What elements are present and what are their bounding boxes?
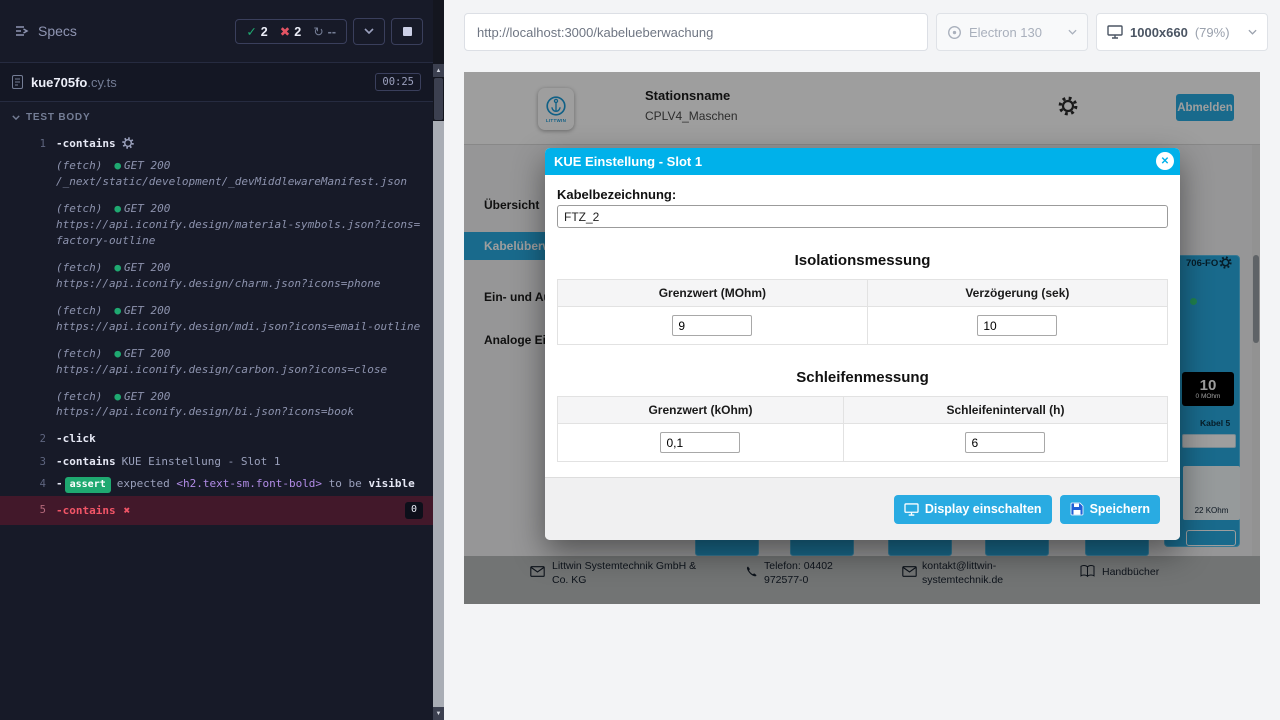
chevron-down-icon bbox=[364, 28, 374, 34]
command-number: 1 bbox=[0, 136, 56, 152]
log-row-fetch[interactable]: (fetch)●GET 200https://api.iconify.desig… bbox=[0, 343, 433, 381]
collapse-button[interactable] bbox=[353, 18, 385, 45]
scroll-up-button[interactable]: ▲ bbox=[433, 64, 444, 77]
specs-menu[interactable]: Specs bbox=[14, 23, 77, 39]
sidebar-scrollbar[interactable]: ▲ ▼ bbox=[433, 0, 444, 720]
fail-x-icon: ✖ bbox=[124, 503, 131, 519]
status-dot: ● bbox=[114, 202, 121, 215]
col-grenzwert-kohm: Grenzwert (kOhm) bbox=[558, 397, 844, 424]
fetch-url: https://api.iconify.design/material-symb… bbox=[56, 217, 423, 249]
display-icon bbox=[904, 503, 919, 516]
schleifen-table: Grenzwert (kOhm) Schleifenintervall (h) bbox=[557, 396, 1168, 462]
schleifen-section-title: Schleifenmessung bbox=[557, 369, 1168, 386]
specs-label: Specs bbox=[38, 23, 77, 39]
gear-icon bbox=[122, 137, 134, 149]
col-verzoegerung: Verzögerung (sek) bbox=[867, 280, 1167, 307]
viewport-selector[interactable]: 1000x660 (79%) bbox=[1096, 13, 1268, 51]
command-number: 2 bbox=[0, 431, 56, 447]
save-button[interactable]: Speichern bbox=[1060, 495, 1160, 524]
log-row-fetch[interactable]: (fetch)●GET 200https://api.iconify.desig… bbox=[0, 257, 433, 295]
test-stats: ✓2 ✖2 ↻-- bbox=[235, 19, 347, 44]
status-dot: ● bbox=[114, 347, 121, 360]
spec-header: kue705fo.cy.ts 00:25 bbox=[0, 62, 433, 102]
log-row-fetch[interactable]: (fetch)●GET 200/_next/static/development… bbox=[0, 155, 433, 193]
command-number: 4 bbox=[0, 476, 56, 494]
log-row-fetch[interactable]: (fetch)●GET 200https://api.iconify.desig… bbox=[0, 198, 433, 252]
log-row-fetch[interactable]: (fetch)●GET 200https://api.iconify.desig… bbox=[0, 300, 433, 338]
cable-name-input[interactable] bbox=[557, 205, 1168, 228]
scrollbar-track[interactable] bbox=[433, 121, 444, 707]
x-icon: ✖ bbox=[280, 25, 290, 39]
save-floppy-icon bbox=[1070, 502, 1084, 516]
log-row-contains-1[interactable]: 1 -contains bbox=[0, 133, 433, 155]
cypress-sidebar: Specs ✓2 ✖2 ↻-- kue705fo.cy.ts 00:25 TES… bbox=[0, 0, 433, 720]
schleifenintervall-input[interactable] bbox=[965, 432, 1045, 453]
pending-count: ↻-- bbox=[313, 24, 336, 39]
fetch-url: https://api.iconify.design/carbon.json?i… bbox=[56, 362, 423, 378]
status-dot: ● bbox=[114, 159, 121, 172]
aut-toolbar: Electron 130 1000x660 (79%) bbox=[444, 0, 1280, 64]
modal-title: KUE Einstellung - Slot 1 bbox=[554, 154, 702, 169]
aut-stage: LITTWIN Stationsname CPLV4_Maschen Abmel… bbox=[444, 64, 1280, 720]
modal-footer: Display einschalten Speichern bbox=[545, 477, 1180, 540]
spec-name[interactable]: kue705fo.cy.ts bbox=[31, 75, 117, 90]
status-dot: ● bbox=[114, 304, 121, 317]
scroll-down-button[interactable]: ▼ bbox=[433, 707, 444, 720]
browser-selector[interactable]: Electron 130 bbox=[936, 13, 1088, 51]
display-on-button[interactable]: Display einschalten bbox=[894, 495, 1052, 524]
status-dot: ● bbox=[114, 390, 121, 403]
test-body-section[interactable]: TEST BODY bbox=[0, 102, 433, 129]
assert-element: <h2.text-sm.font-bold> bbox=[176, 477, 322, 490]
log-row-assert[interactable]: 4 -assertexpected <h2.text-sm.font-bold>… bbox=[0, 473, 433, 497]
fetch-url: https://api.iconify.design/charm.json?ic… bbox=[56, 276, 423, 292]
verzoegerung-input[interactable] bbox=[977, 315, 1057, 336]
chevron-down-icon bbox=[1068, 29, 1077, 35]
command-log: 1 -contains (fetch)●GET 200/_next/static… bbox=[0, 129, 433, 720]
status-dot: ● bbox=[114, 261, 121, 274]
monitor-icon bbox=[1107, 25, 1123, 39]
grenzwert-kohm-input[interactable] bbox=[660, 432, 740, 453]
stop-button[interactable] bbox=[391, 18, 423, 45]
scrollbar-thumb[interactable] bbox=[434, 78, 443, 120]
close-icon[interactable]: ✕ bbox=[1156, 152, 1174, 170]
passed-count: ✓2 bbox=[246, 24, 267, 39]
grenzwert-mohm-input[interactable] bbox=[672, 315, 752, 336]
kue-settings-modal: KUE Einstellung - Slot 1 ✕ Kabelbezeichn… bbox=[545, 148, 1180, 540]
cable-name-label: Kabelbezeichnung: bbox=[557, 187, 1168, 202]
col-grenzwert-mohm: Grenzwert (MOhm) bbox=[558, 280, 868, 307]
failed-count: ✖2 bbox=[280, 24, 301, 39]
retry-count-badge: 0 bbox=[405, 502, 423, 519]
refresh-icon: ↻ bbox=[313, 25, 323, 39]
aut-panel: Electron 130 1000x660 (79%) LITTWIN Stat… bbox=[444, 0, 1280, 720]
assert-badge: assert bbox=[65, 477, 111, 494]
isolation-table: Grenzwert (MOhm) Verzögerung (sek) bbox=[557, 279, 1168, 345]
spec-file-icon bbox=[12, 75, 23, 89]
specs-list-icon bbox=[14, 23, 30, 39]
command-number: 3 bbox=[0, 454, 56, 470]
app-screenshot: LITTWIN Stationsname CPLV4_Maschen Abmel… bbox=[464, 72, 1260, 604]
electron-icon bbox=[947, 25, 962, 40]
log-row-failed-contains[interactable]: 5 -contains✖0 bbox=[0, 496, 433, 525]
command-number: 5 bbox=[0, 502, 56, 519]
fetch-url: https://api.iconify.design/bi.json?icons… bbox=[56, 404, 423, 420]
col-schleifenintervall: Schleifenintervall (h) bbox=[843, 397, 1167, 424]
url-input[interactable] bbox=[464, 13, 928, 51]
stop-icon bbox=[403, 27, 412, 36]
fetch-url: /_next/static/development/_devMiddleware… bbox=[56, 174, 423, 190]
chevron-down-icon bbox=[1248, 29, 1257, 35]
modal-header: KUE Einstellung - Slot 1 ✕ bbox=[545, 148, 1180, 175]
check-icon: ✓ bbox=[246, 25, 256, 39]
chevron-down-icon bbox=[12, 115, 20, 120]
isolation-section-title: Isolationsmessung bbox=[557, 252, 1168, 269]
log-row-contains-3[interactable]: 3 -containsKUE Einstellung - Slot 1 bbox=[0, 451, 433, 473]
fetch-url: https://api.iconify.design/mdi.json?icon… bbox=[56, 319, 423, 335]
spec-timer: 00:25 bbox=[375, 73, 421, 91]
zoom-level: (79%) bbox=[1195, 25, 1230, 40]
log-row-click[interactable]: 2 -click bbox=[0, 428, 433, 450]
runner-topbar: Specs ✓2 ✖2 ↻-- bbox=[0, 0, 433, 62]
log-row-fetch[interactable]: (fetch)●GET 200https://api.iconify.desig… bbox=[0, 386, 433, 424]
